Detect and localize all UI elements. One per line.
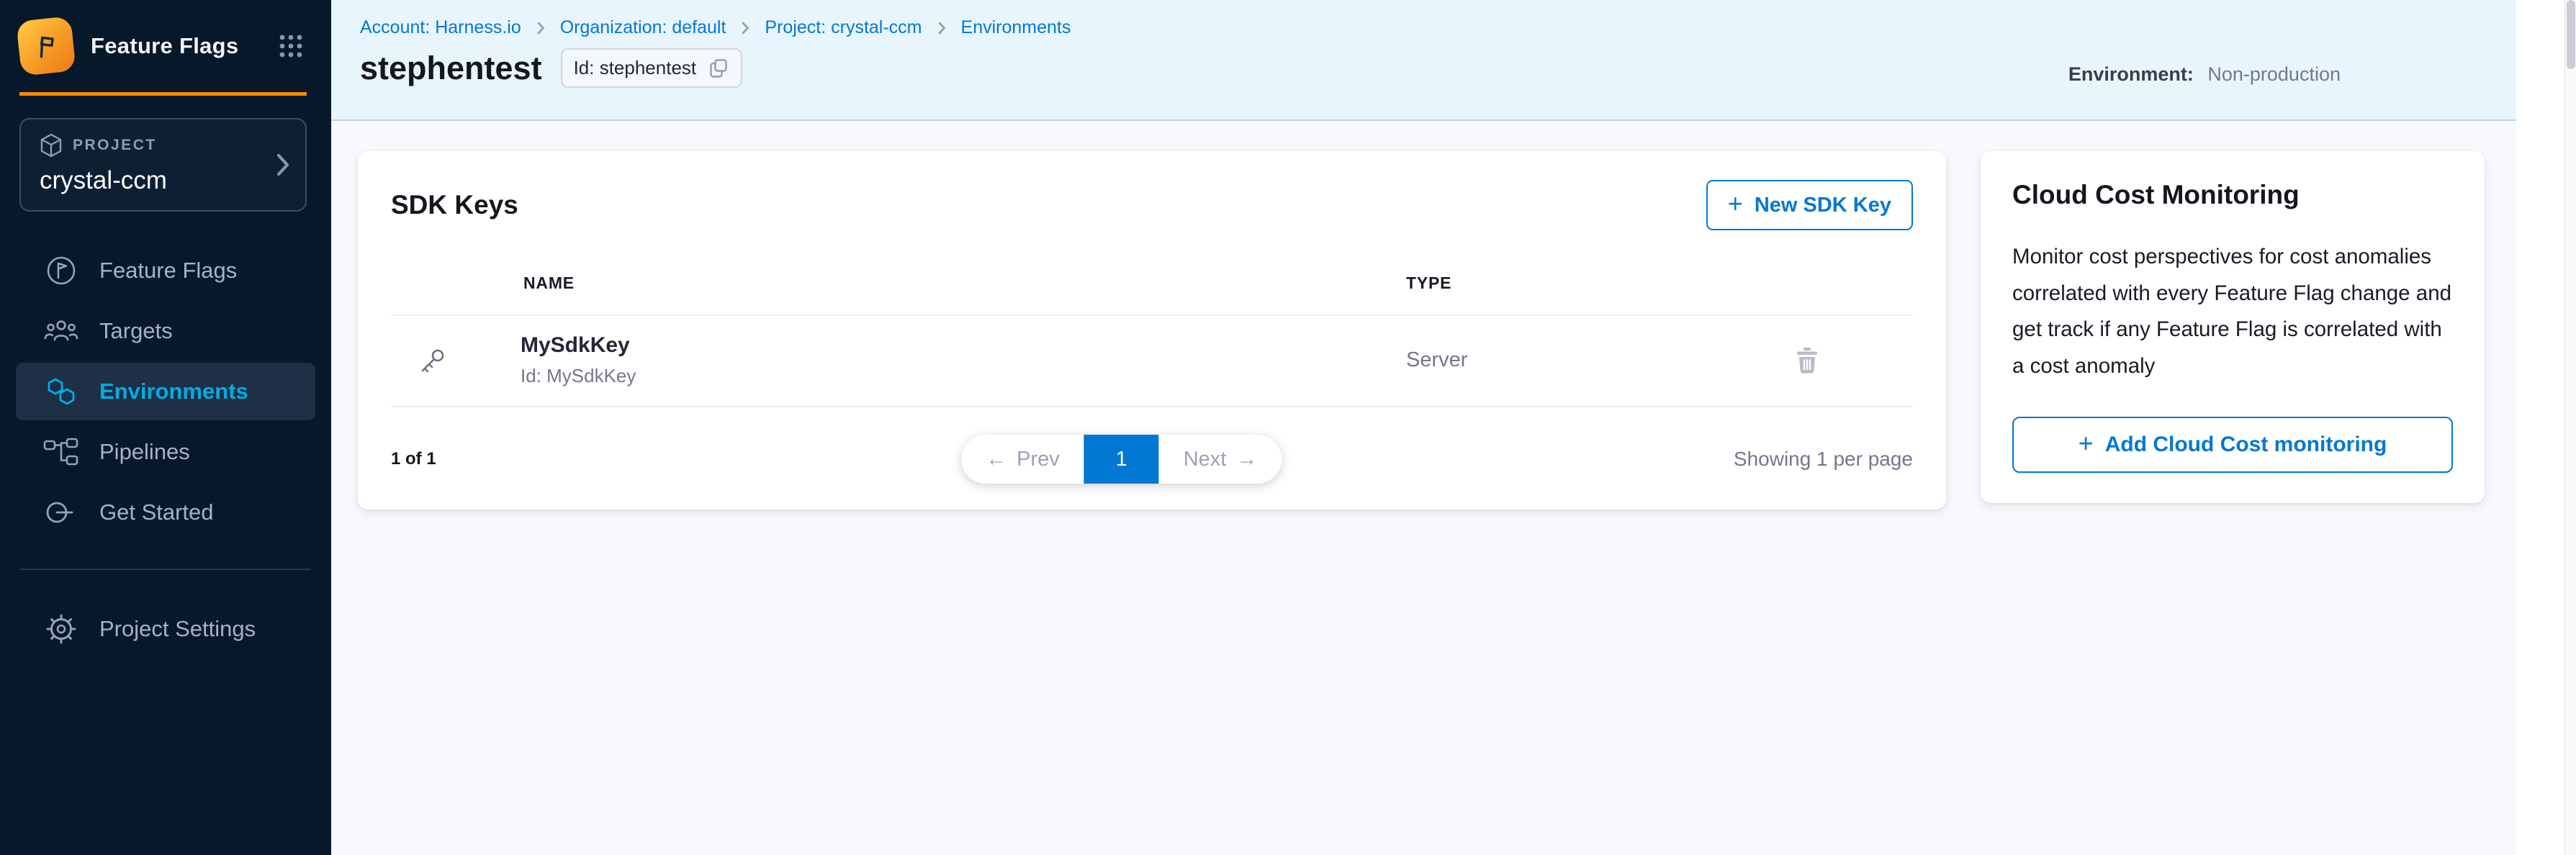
breadcrumb-account-link[interactable]: Account: Harness.io <box>360 17 521 38</box>
sidebar-item-feature-flags[interactable]: Feature Flags <box>0 240 331 301</box>
cube-icon <box>40 133 63 158</box>
next-label: Next <box>1184 448 1227 471</box>
delete-sdk-key-button[interactable] <box>1795 347 1819 374</box>
harness-feature-flags-logo[interactable] <box>16 16 76 76</box>
environment-id-chip[interactable]: Id: stephentest <box>561 48 743 88</box>
sidebar-item-label: Targets <box>99 318 173 344</box>
next-page-button[interactable]: Next → <box>1159 435 1282 484</box>
chevron-right-icon <box>536 21 546 35</box>
sdk-keys-panel: SDK Keys + New SDK Key NAME TYPE <box>358 151 1946 510</box>
sidebar-nav: Feature Flags Targets Environments <box>0 240 331 543</box>
plus-icon: + <box>2079 430 2094 456</box>
project-selector-header: PROJECT <box>40 133 262 158</box>
get-started-icon <box>43 496 79 529</box>
project-selector[interactable]: PROJECT crystal-ccm <box>19 118 307 212</box>
sidebar-item-targets[interactable]: Targets <box>0 301 331 361</box>
sidebar-item-get-started[interactable]: Get Started <box>0 482 331 543</box>
sdk-key-id: Id: MySdkKey <box>521 365 636 387</box>
breadcrumb-environments-link[interactable]: Environments <box>961 17 1071 38</box>
copy-icon[interactable] <box>708 58 729 79</box>
project-name: crystal-ccm <box>40 166 262 195</box>
breadcrumb: Account: Harness.io Organization: defaul… <box>360 17 2516 38</box>
environment-type-value: Non-production <box>2207 63 2341 85</box>
cloud-cost-panel: Cloud Cost Monitoring Monitor cost persp… <box>1981 151 2485 503</box>
pagination-bar: 1 of 1 ← Prev 1 Next → Showing 1 per pag… <box>391 435 1913 484</box>
content-area: SDK Keys + New SDK Key NAME TYPE <box>331 121 2516 510</box>
cloud-cost-description: Monitor cost perspectives for cost anoma… <box>2012 239 2453 385</box>
environment-label: Environment: <box>2068 63 2194 85</box>
add-cloud-cost-label: Add Cloud Cost monitoring <box>2105 433 2387 457</box>
flag-circle-icon <box>43 254 79 287</box>
app-switcher-grid-icon[interactable] <box>276 32 305 60</box>
trash-icon <box>1795 347 1819 374</box>
pager: ← Prev 1 Next → <box>961 435 1282 484</box>
page-1-button[interactable]: 1 <box>1084 435 1159 484</box>
sdk-key-type: Server <box>1406 348 1467 372</box>
chevron-right-icon <box>937 21 947 35</box>
table-header: NAME TYPE <box>391 273 1913 316</box>
main-area: Account: Harness.io Organization: defaul… <box>331 0 2516 855</box>
arrow-right-icon: → <box>1236 448 1257 471</box>
targets-icon <box>43 315 79 348</box>
page-header: Account: Harness.io Organization: defaul… <box>331 0 2516 121</box>
page-title: stephentest <box>360 50 542 87</box>
breadcrumb-project-link[interactable]: Project: crystal-ccm <box>765 17 922 38</box>
sdk-key-name: MySdkKey <box>521 333 636 358</box>
sidebar-item-environments[interactable]: Environments <box>16 363 315 420</box>
sdk-keys-panel-header: SDK Keys + New SDK Key <box>391 180 1913 230</box>
sdk-key-type-cell: Server <box>1406 347 1913 374</box>
gear-icon <box>43 612 79 646</box>
scrollbar[interactable] <box>2564 0 2576 855</box>
environment-id-text: Id: stephentest <box>574 57 697 79</box>
environments-icon <box>43 375 79 408</box>
breadcrumb-organization-link[interactable]: Organization: default <box>560 17 726 38</box>
sidebar-logo-row: Feature Flags <box>0 0 331 73</box>
chevron-right-icon <box>275 153 291 177</box>
sidebar-item-project-settings[interactable]: Project Settings <box>0 599 331 659</box>
new-sdk-key-label: New SDK Key <box>1755 194 1891 217</box>
plus-icon: + <box>1728 191 1743 217</box>
sdk-key-name-cell: MySdkKey Id: MySdkKey <box>391 333 1406 387</box>
sidebar-divider <box>20 569 311 570</box>
sidebar-item-pipelines[interactable]: Pipelines <box>0 422 331 482</box>
prev-page-button[interactable]: ← Prev <box>961 435 1084 484</box>
sidebar-item-label: Get Started <box>99 499 214 525</box>
sdk-keys-title: SDK Keys <box>391 190 518 220</box>
flag-glyph-icon <box>29 29 63 63</box>
accent-divider <box>19 92 307 96</box>
column-header-name: NAME <box>391 273 1406 293</box>
pipelines-icon <box>43 435 79 469</box>
product-title: Feature Flags <box>91 33 238 59</box>
column-header-type: TYPE <box>1406 273 1913 293</box>
sidebar-item-label: Project Settings <box>99 616 256 642</box>
new-sdk-key-button[interactable]: + New SDK Key <box>1706 180 1913 230</box>
project-label: PROJECT <box>73 137 157 154</box>
sidebar-item-label: Environments <box>99 379 248 404</box>
right-gutter <box>2516 0 2576 855</box>
sidebar: Feature Flags PROJECT crystal-ccm <box>0 0 331 855</box>
pagination-count: 1 of 1 <box>391 449 436 469</box>
cloud-cost-title: Cloud Cost Monitoring <box>2012 180 2453 210</box>
sdk-key-name-block: MySdkKey Id: MySdkKey <box>521 333 636 387</box>
add-cloud-cost-button[interactable]: + Add Cloud Cost monitoring <box>2012 417 2453 473</box>
key-icon <box>417 345 449 376</box>
environment-meta: Environment: Non-production <box>2068 63 2341 86</box>
per-page-indicator: Showing 1 per page <box>1734 448 1913 471</box>
chevron-right-icon <box>740 21 750 35</box>
sidebar-item-label: Feature Flags <box>99 258 237 284</box>
sdk-key-row[interactable]: MySdkKey Id: MySdkKey Server <box>391 316 1913 407</box>
sidebar-item-label: Pipelines <box>99 439 190 465</box>
scrollbar-thumb[interactable] <box>2567 0 2575 69</box>
arrow-left-icon: ← <box>986 448 1006 471</box>
prev-label: Prev <box>1017 448 1060 471</box>
